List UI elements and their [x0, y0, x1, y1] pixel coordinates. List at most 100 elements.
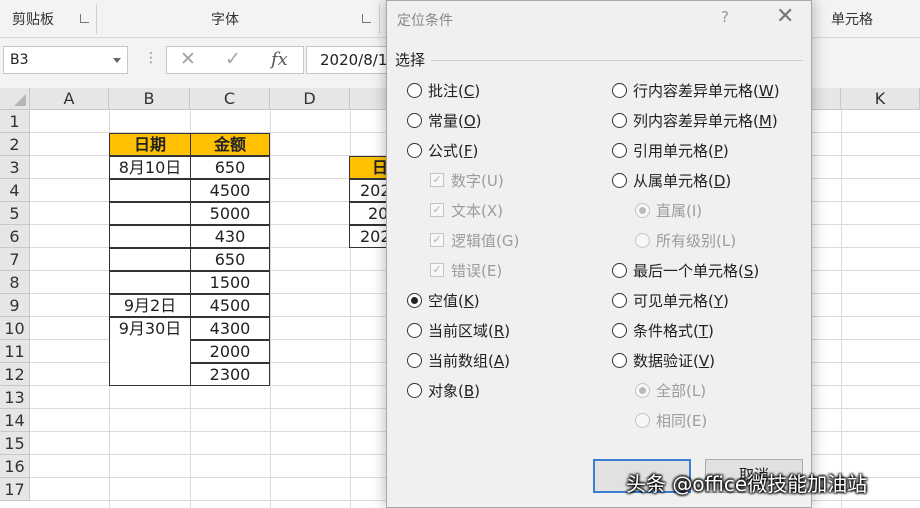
amount-cell-c4[interactable]: 4500: [190, 179, 270, 202]
second-table-cell-e5[interactable]: 20: [349, 202, 391, 225]
amount-cell-c3[interactable]: 650: [190, 156, 270, 179]
checkbox-icon: ✓: [430, 233, 444, 247]
ribbon-separator: [96, 4, 97, 34]
checkbox-icon: ✓: [430, 263, 444, 277]
row-header-14[interactable]: 14: [0, 409, 30, 432]
radio-icon[interactable]: [407, 113, 422, 128]
row-header-17[interactable]: 17: [0, 478, 30, 501]
row-header-12[interactable]: 12: [0, 363, 30, 386]
radio-icon[interactable]: [612, 113, 627, 128]
selection-group-label: 选择: [395, 51, 426, 69]
radio-icon[interactable]: [635, 233, 650, 248]
row-header-1[interactable]: 1: [0, 110, 30, 133]
amount-cell-c11[interactable]: 2000: [190, 340, 270, 363]
cells-group-label: 单元格: [831, 12, 873, 28]
clipboard-group-label: 剪贴板: [12, 12, 54, 28]
amount-cell-c5[interactable]: 5000: [190, 202, 270, 225]
go-to-special-dialog: 定位条件 ? ✕ 选择 批注(C) 常量(O) 公式(F) ✓ 数字(U) ✓ …: [386, 0, 812, 508]
table-header-amount[interactable]: 金额: [190, 133, 270, 156]
row-header-3[interactable]: 3: [0, 156, 30, 179]
date-cell-b4[interactable]: [109, 179, 191, 202]
checkbox-icon: ✓: [430, 173, 444, 187]
group-divider: [431, 60, 803, 61]
radio-icon[interactable]: [612, 323, 627, 338]
column-header-b[interactable]: B: [109, 88, 190, 110]
radio-icon[interactable]: [612, 263, 627, 278]
amount-cell-c6[interactable]: 430: [190, 225, 270, 248]
radio-icon[interactable]: [407, 383, 422, 398]
gridline: [270, 110, 271, 508]
insert-function-icon[interactable]: fx: [271, 49, 288, 70]
checkbox-icon: ✓: [430, 203, 444, 217]
date-cell-b7[interactable]: [109, 248, 191, 271]
column-header-a[interactable]: A: [30, 88, 109, 110]
amount-cell-c7[interactable]: 650: [190, 248, 270, 271]
select-all-triangle-icon: [14, 94, 26, 106]
radio-icon[interactable]: [612, 83, 627, 98]
row-header-5[interactable]: 5: [0, 202, 30, 225]
second-table-cell-e4[interactable]: 202: [349, 179, 391, 202]
radio-icon[interactable]: [407, 83, 422, 98]
second-table-cell-e6[interactable]: 202: [349, 225, 391, 248]
row-header-7[interactable]: 7: [0, 248, 30, 271]
formula-input[interactable]: 2020/8/10: [306, 46, 386, 74]
amount-cell-c9[interactable]: 4500: [190, 294, 270, 317]
radio-icon[interactable]: [407, 353, 422, 368]
radio-selected-icon[interactable]: [635, 383, 650, 398]
dialog-title: 定位条件: [397, 13, 453, 29]
date-cell-b3[interactable]: 8月10日: [109, 156, 191, 179]
row-header-4[interactable]: 4: [0, 179, 30, 202]
formula-bar-buttons: ✕ ✓ fx: [166, 46, 304, 74]
radio-icon[interactable]: [612, 143, 627, 158]
column-header-d[interactable]: D: [270, 88, 350, 110]
row-header-16[interactable]: 16: [0, 455, 30, 478]
radio-selected-icon[interactable]: [635, 203, 650, 218]
amount-cell-c8[interactable]: 1500: [190, 271, 270, 294]
date-cell-b6[interactable]: [109, 225, 191, 248]
enter-check-icon[interactable]: ✓: [225, 48, 241, 70]
radio-icon[interactable]: [612, 293, 627, 308]
ribbon-separator: [379, 4, 380, 34]
row-header-9[interactable]: 9: [0, 294, 30, 317]
row-header-15[interactable]: 15: [0, 432, 30, 455]
chevron-down-icon[interactable]: [113, 58, 121, 63]
select-all-corner[interactable]: [0, 88, 30, 110]
formula-bar-resize-handle[interactable]: ⋮: [144, 50, 158, 66]
column-header-k[interactable]: K: [841, 88, 920, 110]
column-header-j[interactable]: [812, 88, 841, 110]
table-header-date[interactable]: 日期: [109, 133, 191, 156]
radio-icon[interactable]: [407, 323, 422, 338]
date-cell-b11[interactable]: [109, 340, 191, 363]
gridline: [841, 110, 842, 508]
name-box[interactable]: B3: [3, 46, 128, 74]
row-header-11[interactable]: 11: [0, 340, 30, 363]
column-header-e[interactable]: [350, 88, 390, 110]
second-table-header[interactable]: 日: [349, 156, 391, 179]
row-header-8[interactable]: 8: [0, 271, 30, 294]
radio-icon[interactable]: [635, 413, 650, 428]
font-dialog-launcher-icon[interactable]: launcher: [362, 14, 371, 23]
help-icon[interactable]: ?: [721, 8, 729, 26]
row-header-6[interactable]: 6: [0, 225, 30, 248]
row-header-13[interactable]: 13: [0, 386, 30, 409]
date-cell-b8[interactable]: [109, 271, 191, 294]
radio-selected-icon[interactable]: [407, 293, 422, 308]
watermark-text: 头条 @office微技能加油站: [626, 472, 868, 496]
column-header-c[interactable]: C: [190, 88, 270, 110]
row-header-2[interactable]: 2: [0, 133, 30, 156]
clipboard-dialog-launcher-icon[interactable]: launcher: [80, 14, 89, 23]
row-header-10[interactable]: 10: [0, 317, 30, 340]
name-box-value: B3: [10, 52, 29, 68]
date-cell-b5[interactable]: [109, 202, 191, 225]
date-cell-b9[interactable]: 9月2日: [109, 294, 191, 317]
date-cell-b10[interactable]: 9月30日: [109, 317, 191, 340]
close-icon[interactable]: ✕: [776, 4, 794, 30]
cancel-icon[interactable]: ✕: [180, 48, 196, 70]
radio-icon[interactable]: [407, 143, 422, 158]
amount-cell-c12[interactable]: 2300: [190, 363, 270, 386]
radio-icon[interactable]: [612, 353, 627, 368]
date-cell-b12[interactable]: [109, 363, 191, 386]
amount-cell-c10[interactable]: 4300: [190, 317, 270, 340]
font-group-label: 字体: [211, 12, 239, 28]
radio-icon[interactable]: [612, 173, 627, 188]
